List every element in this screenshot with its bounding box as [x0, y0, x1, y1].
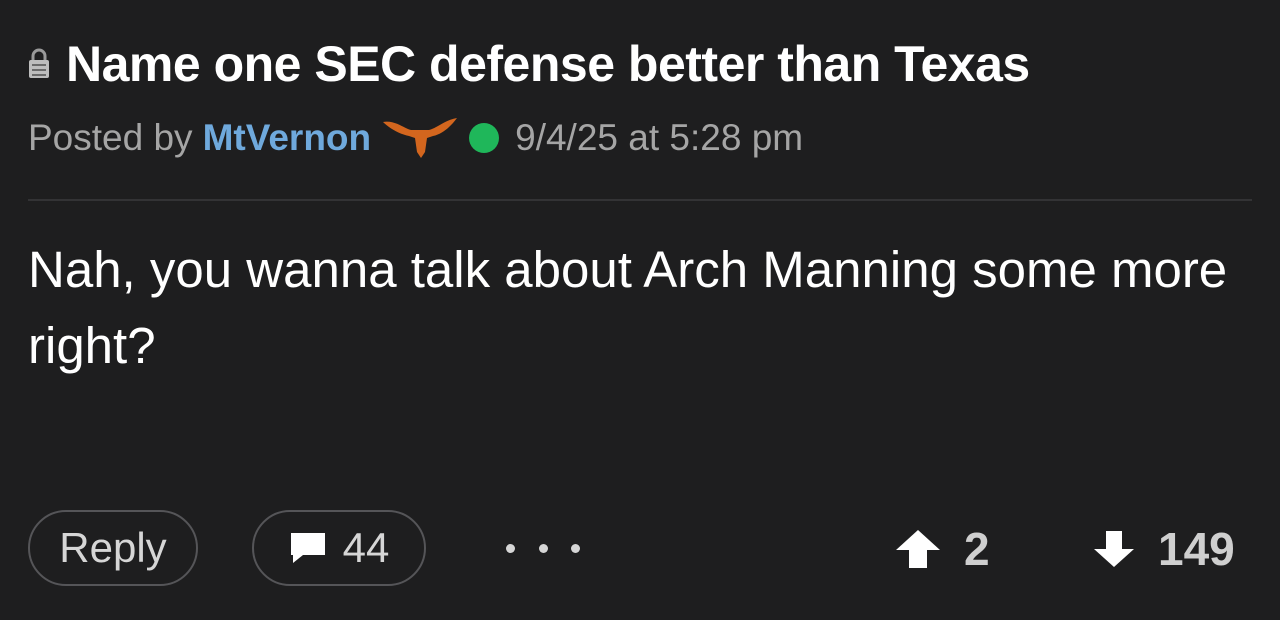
longhorn-logo-icon [381, 116, 459, 160]
post-title-row: Name one SEC defense better than Texas [28, 34, 1030, 94]
more-dot [538, 543, 548, 553]
reply-button[interactable]: Reply [28, 510, 198, 586]
arrow-down-icon [1094, 531, 1134, 567]
online-status-indicator [469, 123, 500, 153]
comment-count: 44 [342, 524, 390, 571]
post-actions: Reply 44 2 149 [0, 510, 1280, 590]
reply-button-label: Reply [59, 524, 167, 571]
more-dots-icon [506, 543, 515, 553]
post-body: Nah, you wanna talk about Arch Manning s… [28, 241, 1228, 374]
upvote-button[interactable]: 2 [894, 523, 990, 575]
comments-button[interactable]: 44 [252, 510, 426, 586]
post-meta: Posted by MtVernon 9/4/25 at 5:28 pm [28, 114, 803, 162]
more-dot [571, 543, 580, 553]
comment-icon [289, 531, 327, 565]
upvote-count: 2 [964, 523, 990, 575]
post-card: Name one SEC defense better than Texas P… [0, 0, 1280, 620]
author-username[interactable]: MtVernon [203, 117, 372, 159]
lock-icon [28, 40, 58, 88]
post-title[interactable]: Name one SEC defense better than Texas [66, 34, 1030, 94]
post-timestamp: 9/4/25 at 5:28 pm [515, 117, 804, 158]
divider [28, 199, 1252, 201]
downvote-button[interactable]: 149 [1092, 523, 1235, 575]
posted-by-label: Posted by [28, 117, 193, 158]
more-options-button[interactable] [506, 528, 580, 568]
arrow-up-icon [896, 530, 940, 568]
downvote-count: 149 [1158, 523, 1235, 575]
